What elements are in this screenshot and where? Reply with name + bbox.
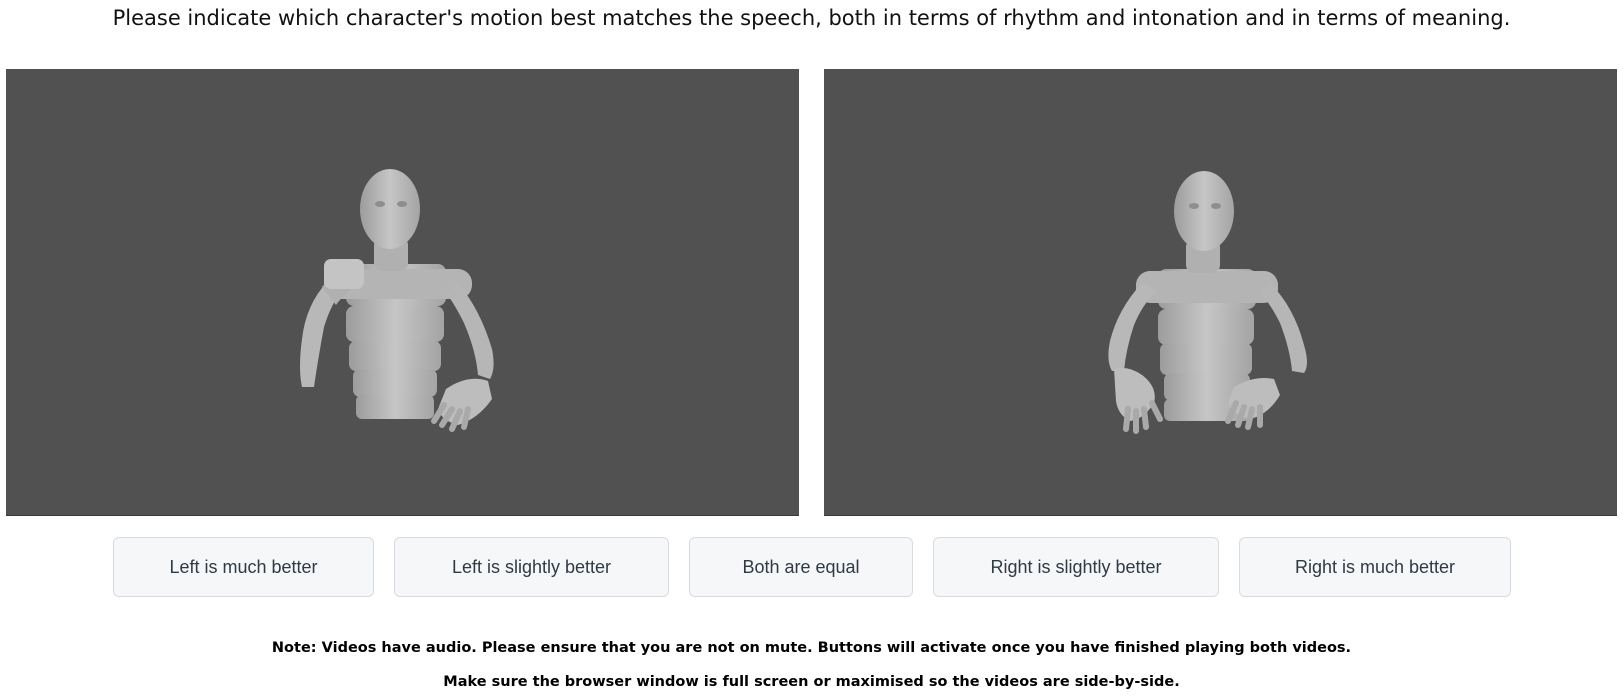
fullscreen-note: Make sure the browser window is full scr… bbox=[443, 674, 1180, 690]
left-mannequin-figure bbox=[300, 169, 494, 432]
right-video[interactable] bbox=[824, 69, 1617, 516]
audio-note: Note: Videos have audio. Please ensure t… bbox=[271, 640, 1352, 656]
left-much-better-button[interactable]: Left is much better bbox=[113, 537, 374, 597]
question-prompt: Please indicate which character's motion… bbox=[112, 6, 1511, 30]
left-slightly-better-button[interactable]: Left is slightly better bbox=[394, 537, 669, 597]
right-slightly-better-button[interactable]: Right is slightly better bbox=[933, 537, 1219, 597]
both-equal-button[interactable]: Both are equal bbox=[689, 537, 913, 597]
right-much-better-button[interactable]: Right is much better bbox=[1239, 537, 1511, 597]
left-video[interactable] bbox=[6, 69, 799, 516]
rating-choices: Left is much better Left is slightly bet… bbox=[0, 537, 1623, 599]
right-mannequin-figure bbox=[1108, 171, 1307, 434]
